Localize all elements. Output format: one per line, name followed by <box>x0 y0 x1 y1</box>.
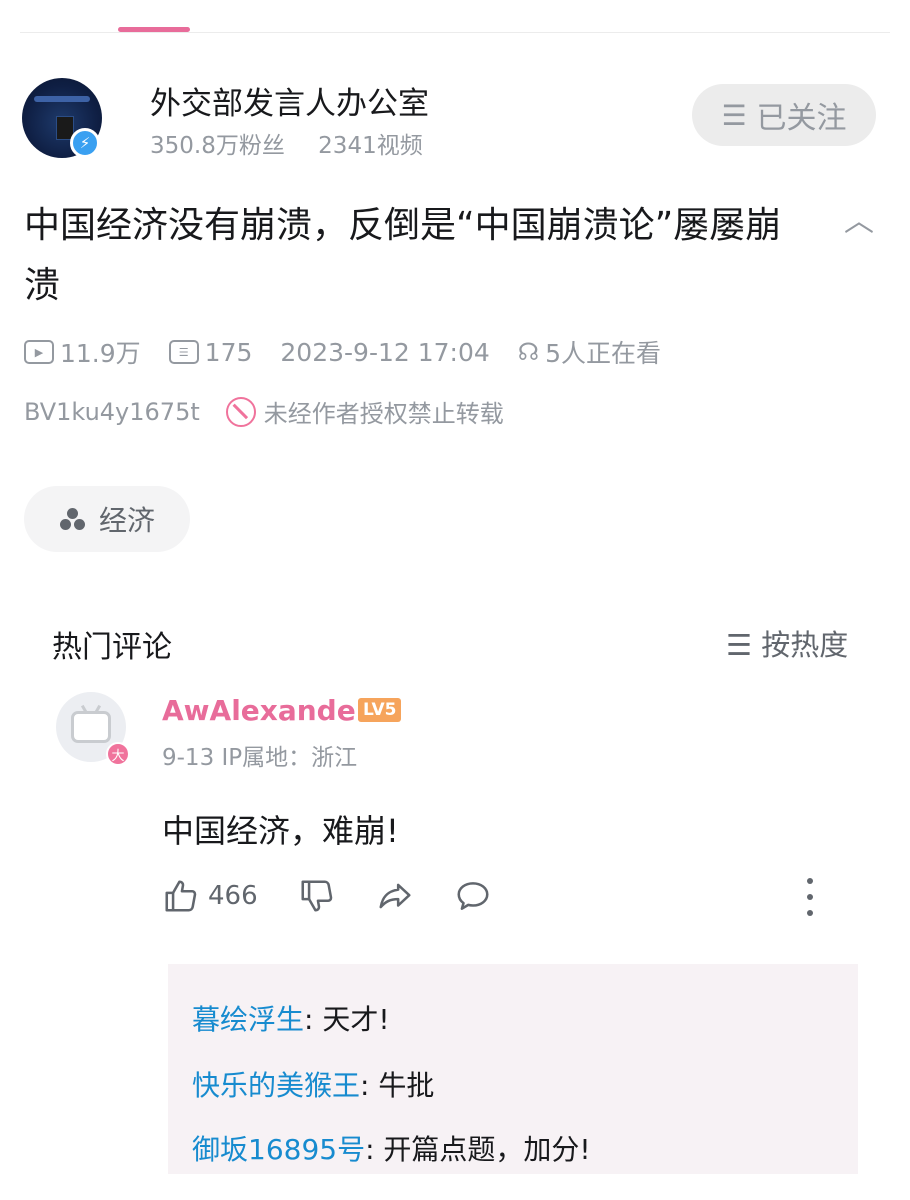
tag-chip[interactable]: 经济 <box>24 486 190 552</box>
comment-date: 9-13 <box>162 745 215 771</box>
video-count: 2341视频 <box>318 133 423 159</box>
reply-text: : 开篇点题，加分! <box>365 1133 591 1166</box>
view-count-item: ▶ 11.9万 <box>24 334 141 370</box>
publish-date: 2023-9-12 17:04 <box>280 337 490 367</box>
followed-button[interactable]: ☰ 已关注 <box>692 84 876 146</box>
followed-label: 已关注 <box>756 101 847 136</box>
like-button[interactable]: 466 <box>162 877 258 915</box>
sort-label: 按热度 <box>761 628 849 662</box>
thumbs-down-icon <box>301 880 332 912</box>
no-repost-icon <box>225 396 256 427</box>
reply-item: 快乐的美猴王: 牛批 <box>192 1064 434 1104</box>
tag-label: 经济 <box>98 504 155 537</box>
watchers-icon: ☊ <box>517 338 540 366</box>
bvid-line: BV1ku4y1675t 未经作者授权禁止转载 <box>24 394 504 429</box>
watching-item: ☊ 5人正在看 <box>518 334 661 370</box>
watching-count: 5人正在看 <box>545 339 661 368</box>
sort-button[interactable]: ☰ 按热度 <box>726 622 848 664</box>
collapse-chevron-icon[interactable]: ︿ <box>844 196 874 240</box>
reply-button[interactable] <box>454 877 492 915</box>
verified-icon: ⚡ <box>70 128 100 158</box>
channel-name[interactable]: 外交部发言人办公室 <box>150 78 429 123</box>
bvid[interactable]: BV1ku4y1675t <box>24 398 200 426</box>
level-badge: LV5 <box>358 698 402 722</box>
reply-preview-box[interactable]: 暮绘浮生: 天才! 快乐的美猴王: 牛批 御坂16895号: 开篇点题，加分! <box>168 964 858 1174</box>
view-count: 11.9万 <box>60 339 141 368</box>
hot-comments-title: 热门评论 <box>52 630 172 665</box>
top-divider <box>20 32 890 33</box>
reply-username[interactable]: 御坂16895号 <box>192 1133 365 1166</box>
member-badge-icon: 大 <box>106 742 130 766</box>
reply-text: : 牛批 <box>360 1069 435 1102</box>
menu-icon: ☰ <box>721 98 747 132</box>
copyright-notice: 未经作者授权禁止转载 <box>263 400 504 428</box>
active-tab-indicator <box>118 27 190 32</box>
follower-count: 350.8万粉丝 <box>150 133 285 159</box>
like-count: 466 <box>208 881 258 911</box>
thumbs-up-icon <box>165 880 197 912</box>
avatar-banner-strip <box>34 96 90 102</box>
share-button[interactable] <box>376 877 414 915</box>
more-options-icon[interactable] <box>800 878 820 916</box>
channel-stats: 350.8万粉丝 2341视频 <box>150 126 449 160</box>
comment-meta: 9-13 IP属地：浙江 <box>162 738 357 772</box>
comment-username[interactable]: AwAlexander <box>162 694 370 727</box>
danmaku-count-item: ☰ 175 <box>168 337 253 367</box>
play-icon: ▶ <box>24 340 54 364</box>
comment-text: 中国经济，难崩! <box>162 812 399 850</box>
reply-item: 御坂16895号: 开篇点题，加分! <box>192 1128 591 1168</box>
comment-actions: 466 <box>162 876 532 916</box>
topic-icon <box>59 508 87 530</box>
comment-bubble-icon <box>457 882 489 910</box>
sort-icon: ☰ <box>726 628 762 662</box>
video-title: 中国经济没有崩溃，反倒是“中国崩溃论”屡屡崩溃 <box>24 205 782 306</box>
danmaku-icon: ☰ <box>168 340 199 364</box>
video-meta: ▶ 11.9万 ☰ 175 2023-9-12 17:04 ☊ 5人正在看 <box>24 334 689 370</box>
share-icon <box>379 883 411 909</box>
dislike-button[interactable] <box>298 877 336 915</box>
reply-text: : 天才! <box>304 1003 390 1036</box>
reply-item: 暮绘浮生: 天才! <box>192 998 390 1038</box>
tv-mascot-icon <box>71 711 111 743</box>
reply-username[interactable]: 暮绘浮生 <box>192 1003 304 1036</box>
danmaku-count: 175 <box>204 337 253 367</box>
comment-ip: IP属地：浙江 <box>221 745 358 771</box>
reply-username[interactable]: 快乐的美猴王 <box>192 1069 360 1102</box>
